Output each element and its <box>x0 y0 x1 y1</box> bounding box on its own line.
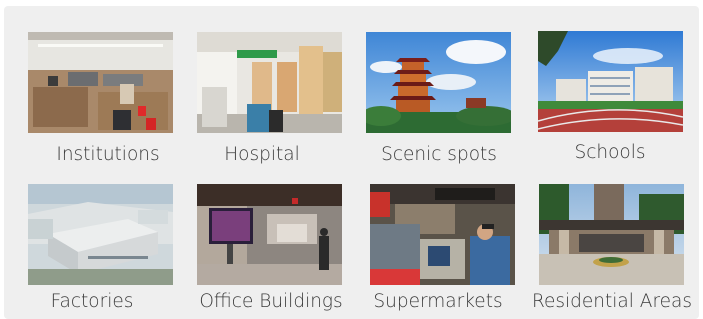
tile-label-schools: Schools <box>574 142 646 163</box>
hospital-photo <box>197 32 342 133</box>
institutions-photo <box>28 32 173 133</box>
tile-label-scenic-spots: Scenic spots <box>381 144 497 165</box>
office-buildings-photo <box>197 184 342 285</box>
tile-label-institutions: Institutions <box>56 144 160 165</box>
supermarkets-photo <box>370 184 515 285</box>
factories-photo <box>28 184 173 285</box>
residential-areas-photo <box>539 184 684 285</box>
schools-photo <box>538 31 683 132</box>
tile-label-office-buildings: Office Buildings <box>199 291 343 312</box>
tile-label-factories: Factories <box>50 291 134 312</box>
tile-label-supermarkets: Supermarkets <box>373 291 503 312</box>
scenic-spots-photo <box>366 32 511 133</box>
tile-label-hospital: Hospital <box>224 144 300 165</box>
tile-label-residential-areas: Residential Areas <box>532 291 692 312</box>
